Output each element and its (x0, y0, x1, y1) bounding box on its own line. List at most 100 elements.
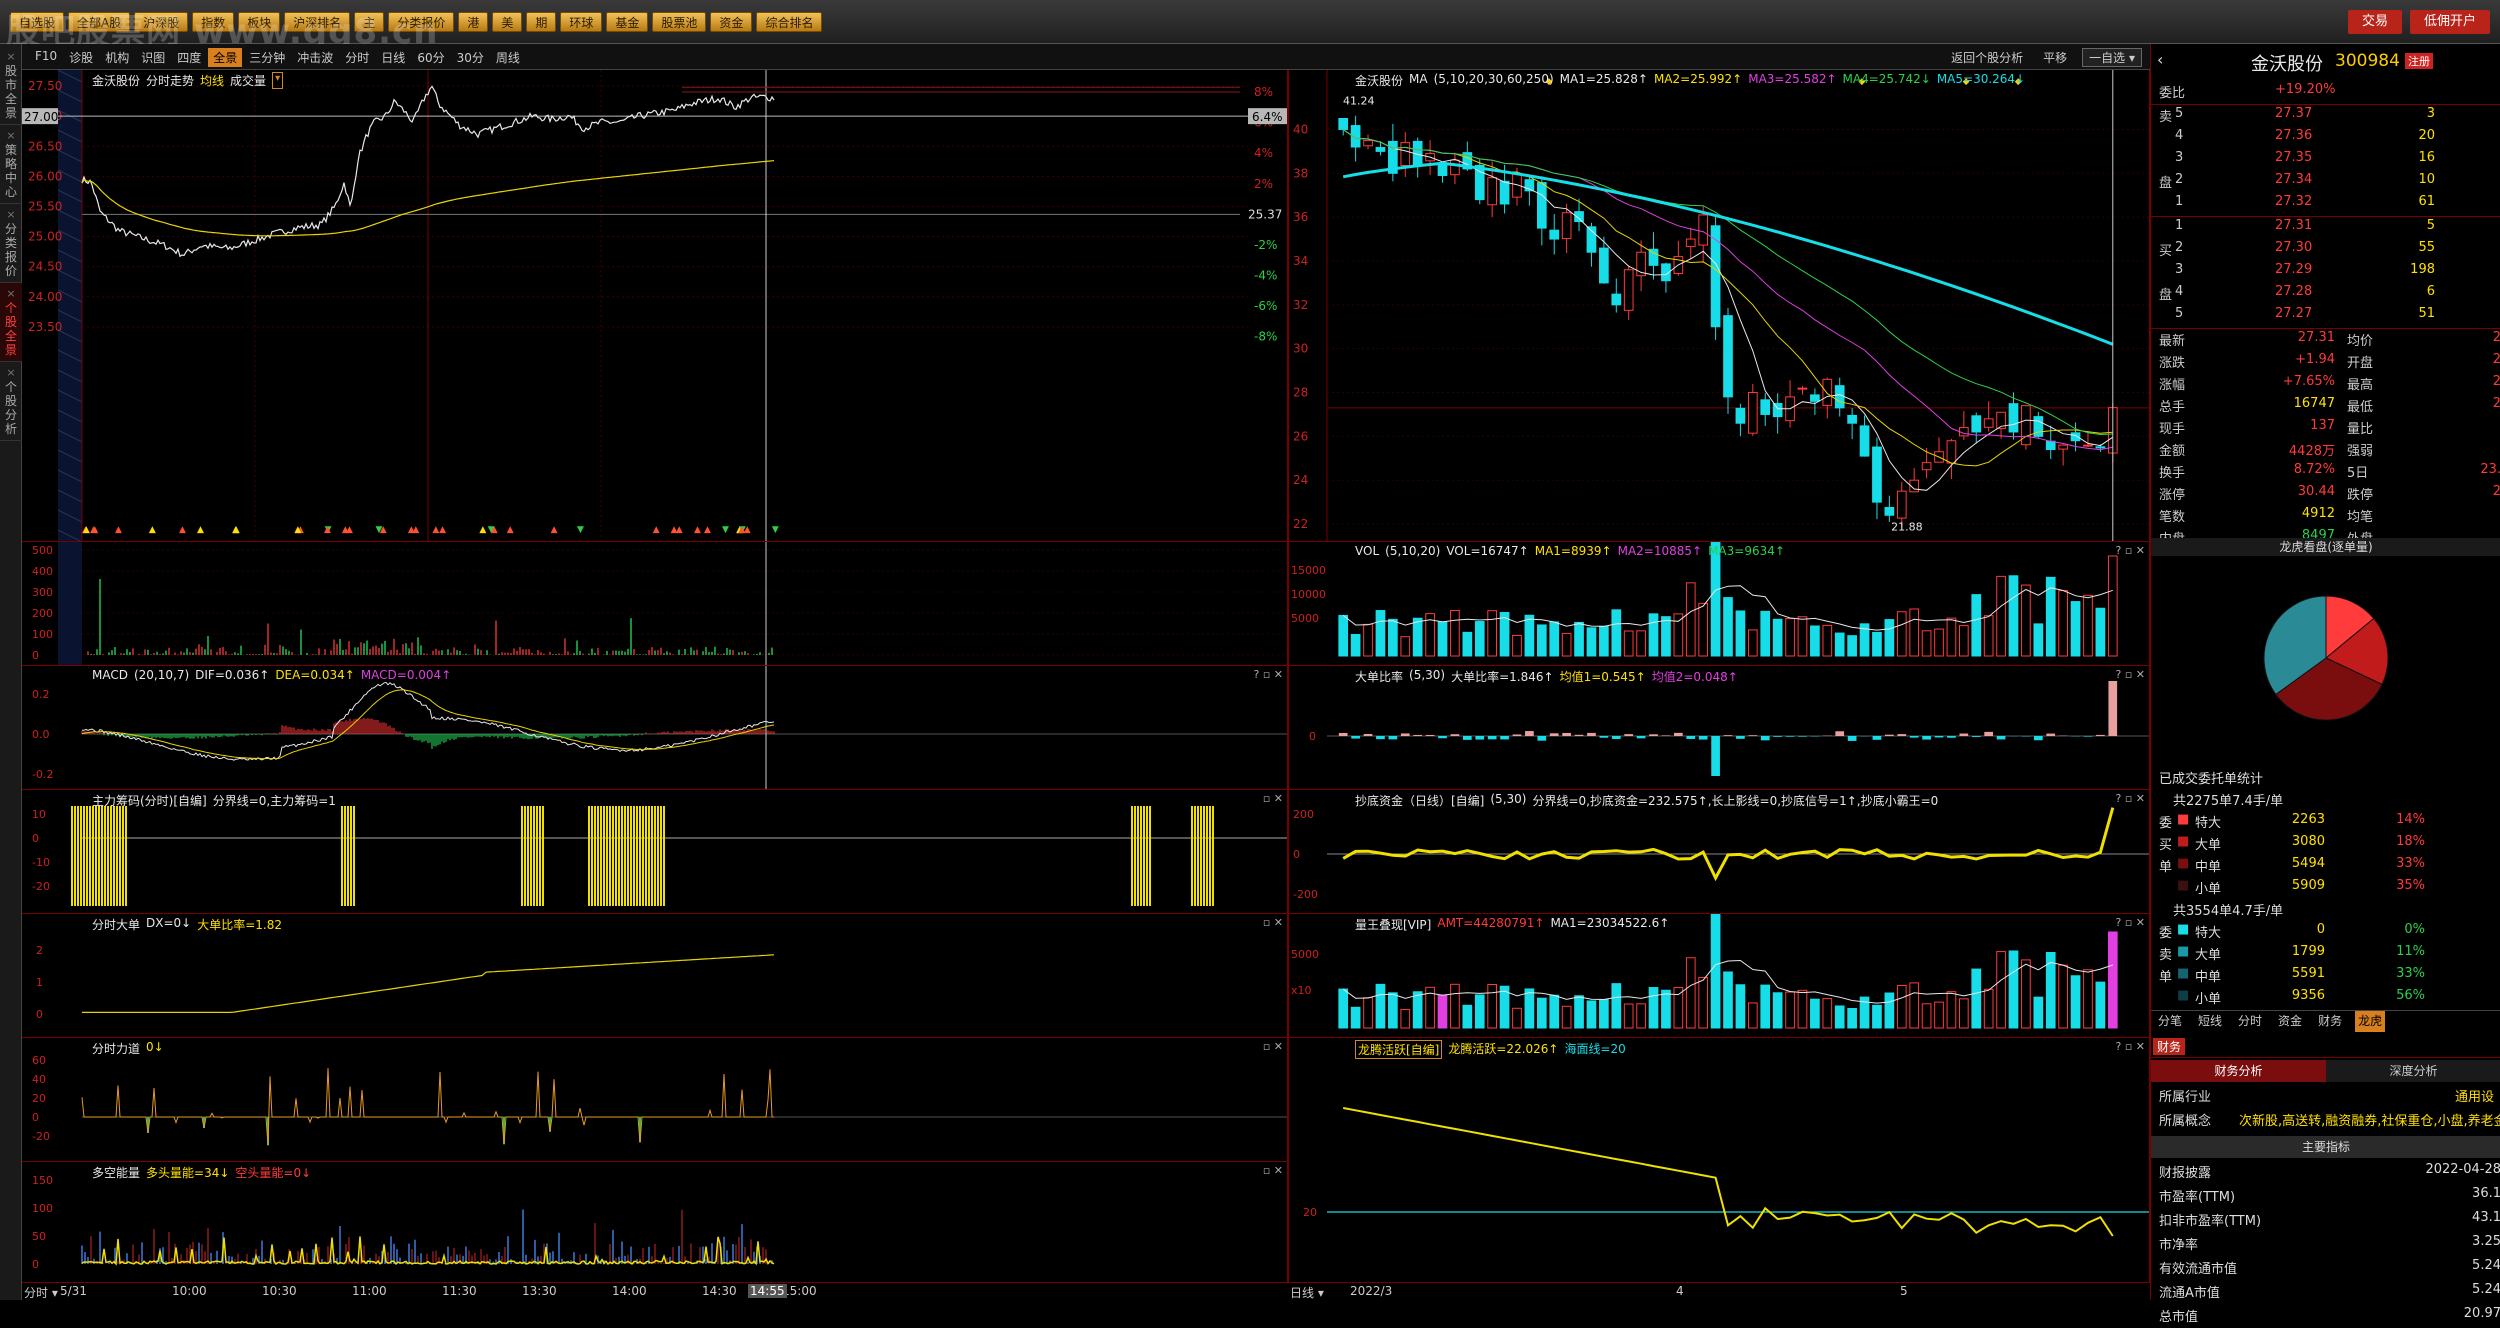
toolbar-tab-7[interactable]: 冲击波 (292, 48, 338, 67)
finance-subtab-1[interactable]: 深度分析 (2326, 1060, 2500, 1082)
energy-tick-label: 0 (32, 1258, 39, 1271)
pane-controls[interactable]: ? ▫ ✕ (2115, 916, 2145, 929)
finance-row: 流通A市值5.24 (2155, 1282, 2497, 1304)
toolbar-tab-0[interactable]: F10 (30, 48, 62, 67)
short-energy: 空头量能=0↓ (235, 1164, 311, 1181)
volume-king-pane[interactable]: 量王叠现[VIP] AMT=44280791↑ MA1=23034522.6↑ … (1288, 914, 2150, 1038)
pane-controls[interactable]: ▫ ✕ (1263, 1040, 1283, 1053)
prev-close-label: 25.37 (1248, 207, 1282, 221)
side-tab-2[interactable]: ×分类报价 (0, 204, 22, 283)
daily-bigorder-bar (1972, 736, 1981, 737)
intraday-force-pane[interactable]: 分时力道 0↓ ▫ ✕ 6040200-20 (22, 1038, 1288, 1162)
time-axis-label: 5/31 (60, 1284, 87, 1298)
side-tab-0[interactable]: ×股市全景 (0, 44, 22, 125)
quote-tab-1[interactable]: 短线 (2195, 1011, 2225, 1032)
daily-bigorder-bar (1910, 736, 1919, 738)
dragon-active-pane[interactable]: 龙腾活跃[自编] 龙腾活跃=22.026↑ 海面线=20 ? ▫ ✕ 20 (1288, 1038, 2150, 1283)
quote-tab-4[interactable]: 财务 (2315, 1011, 2345, 1032)
menu-15[interactable]: 综合排名 (756, 12, 822, 32)
intraday-main-chips-pane[interactable]: 主力筹码(分时)[自编] 分界线=0,主力筹码=1 ▫ ✕ 100-10-20 (22, 790, 1288, 914)
trade-button[interactable]: 交易 (2348, 10, 2402, 34)
menu-12[interactable]: 基金 (606, 12, 648, 32)
intraday-big-order-pane[interactable]: 分时大单 DX=0↓ 大单比率=1.82 ▫ ✕ 210 (22, 914, 1288, 1038)
intraday-energy-pane[interactable]: 多空能量 多头量能=34↓ 空头量能=0↓ ▫ ✕ 150100500 (22, 1162, 1288, 1283)
daily-kline-pane[interactable]: 金沃股份 MA (5,10,20,30,60,250) MA1=25.828↑ … (1288, 70, 2150, 542)
intraday-macd-pane[interactable]: MACD (20,10,7) DIF=0.036↑ DEA=0.034↑ MAC… (22, 666, 1288, 790)
toolbar-tab-5[interactable]: 全景 (208, 48, 242, 67)
pane-controls[interactable]: ? ▫ ✕ (2115, 668, 2145, 681)
stat-label: 跌停 (2347, 484, 2373, 503)
pane-controls[interactable]: ? ▫ ✕ (1253, 668, 1283, 681)
menu-11[interactable]: 环球 (560, 12, 602, 32)
volume-king-bar (1823, 999, 1832, 1028)
intraday-price-pane[interactable]: 金沃股份 分时走势 均线 成交量 ▾ 27.5027.0026.5026.002… (22, 70, 1288, 542)
volume-king-bar (2084, 970, 2093, 1028)
top-menu-bar: 自选股全部A股沪深股指数板块沪深排名主分类报价港美期环球基金股票池资金综合排名 … (0, 0, 2500, 44)
candle-body (1972, 416, 1981, 432)
back-to-stock-analysis-link[interactable]: 返回个股分析 (1946, 48, 2028, 67)
candle-body (1686, 239, 1695, 247)
toolbar-tab-10[interactable]: 60分 (412, 48, 449, 67)
entrust-title-row: 已成交委托单统计 (2155, 768, 2497, 790)
back-chevron-icon[interactable]: ‹ (2157, 50, 2163, 69)
toolbar-tab-6[interactable]: 三分钟 (244, 48, 290, 67)
candle-body (1873, 447, 1882, 502)
quote-tab-0[interactable]: 分笔 (2155, 1011, 2185, 1032)
pane-controls[interactable]: ▫ ✕ (1263, 1164, 1283, 1177)
volume-king-bar (1575, 996, 1584, 1028)
sell-total: 共3554单4.7手/单 (2173, 900, 2283, 919)
quote-tab-5[interactable]: 龙虎 (2355, 1011, 2385, 1032)
menu-8[interactable]: 港 (458, 12, 488, 32)
axis-mode-toggle[interactable]: 分时 ▾ (24, 1284, 58, 1301)
pane-controls[interactable]: ▫ ✕ (1263, 792, 1283, 805)
daily-volume-bar (1376, 611, 1385, 656)
toolbar-tab-12[interactable]: 周线 (491, 48, 525, 67)
toolbar-tab-9[interactable]: 日线 (376, 48, 410, 67)
pane-controls[interactable]: ? ▫ ✕ (2115, 792, 2145, 805)
daily-vol-tick: 15000 (1291, 564, 1326, 577)
bid-price: 27.31 (2275, 218, 2312, 233)
daily-volume-pane[interactable]: VOL (5,10,20) VOL=16747↑ MA1=8939↑ MA2=1… (1288, 542, 2150, 666)
close-icon[interactable]: × (0, 366, 22, 380)
close-icon[interactable]: × (0, 287, 22, 301)
pane-controls[interactable]: ? ▫ ✕ (2115, 544, 2145, 557)
side-tab-1[interactable]: ×策略中心 (0, 125, 22, 204)
daily-big-order-pane[interactable]: 大单比率 (5,30) 大单比率=1.846↑ 均值1=0.545↑ 均值2=0… (1288, 666, 2150, 790)
menu-14[interactable]: 资金 (710, 12, 752, 32)
toolbar-tab-4[interactable]: 四度 (172, 48, 206, 67)
daily-volume-bar (1575, 622, 1584, 656)
daily-axis-mode-toggle[interactable]: 日线 ▾ (1290, 1284, 1324, 1301)
close-icon[interactable]: × (0, 208, 22, 222)
quote-tab-2[interactable]: 分时 (2235, 1011, 2265, 1032)
pan-mode-button[interactable]: 平移 (2038, 48, 2072, 67)
side-tab-4[interactable]: ×个股分析 (0, 362, 22, 441)
open-account-button[interactable]: 低佣开户 (2410, 10, 2490, 34)
toolbar-tab-3[interactable]: 识图 (136, 48, 170, 67)
close-icon[interactable]: × (0, 50, 22, 64)
intraday-volume-pane[interactable]: 5004003002001000 (22, 542, 1288, 666)
menu-9[interactable]: 美 (492, 12, 522, 32)
energy-tick-label: 150 (32, 1174, 53, 1187)
toolbar-tab-1[interactable]: 诊股 (64, 48, 98, 67)
watchlist-select[interactable]: 一自选 ▾ (2082, 48, 2142, 67)
close-icon[interactable]: × (0, 129, 22, 143)
macd-dif: DIF=0.036↑ (195, 668, 269, 682)
menu-10[interactable]: 期 (526, 12, 556, 32)
bottom-fishing-pane[interactable]: 抄底资金（日线）[自编] (5,30) 分界线=0,抄底资金=232.575↑,… (1288, 790, 2150, 914)
daily-bigorder-bar (1786, 736, 1795, 737)
menu-13[interactable]: 股票池 (652, 12, 706, 32)
toolbar-tab-8[interactable]: 分时 (340, 48, 374, 67)
side-tab-3[interactable]: ×个股全景 (0, 283, 22, 362)
pane-controls[interactable]: ? ▫ ✕ (2115, 1040, 2145, 1053)
finance-subtab-0[interactable]: 财务分析 (2151, 1060, 2326, 1082)
toolbar-tab-11[interactable]: 30分 (452, 48, 489, 67)
finance-tab[interactable]: 财务 (2153, 1038, 2185, 1055)
volume-king-bar (1463, 1005, 1472, 1028)
toolbar-tab-2[interactable]: 机构 (100, 48, 134, 67)
finance-value: 2022-04-28 (2405, 1162, 2500, 1177)
quote-tab-3[interactable]: 资金 (2275, 1011, 2305, 1032)
candle-body (1798, 388, 1807, 389)
daily-volume-bar (1463, 632, 1472, 656)
pane-controls[interactable]: ▫ ✕ (1263, 916, 1283, 929)
chevron-down-icon[interactable]: ▾ (272, 72, 283, 89)
